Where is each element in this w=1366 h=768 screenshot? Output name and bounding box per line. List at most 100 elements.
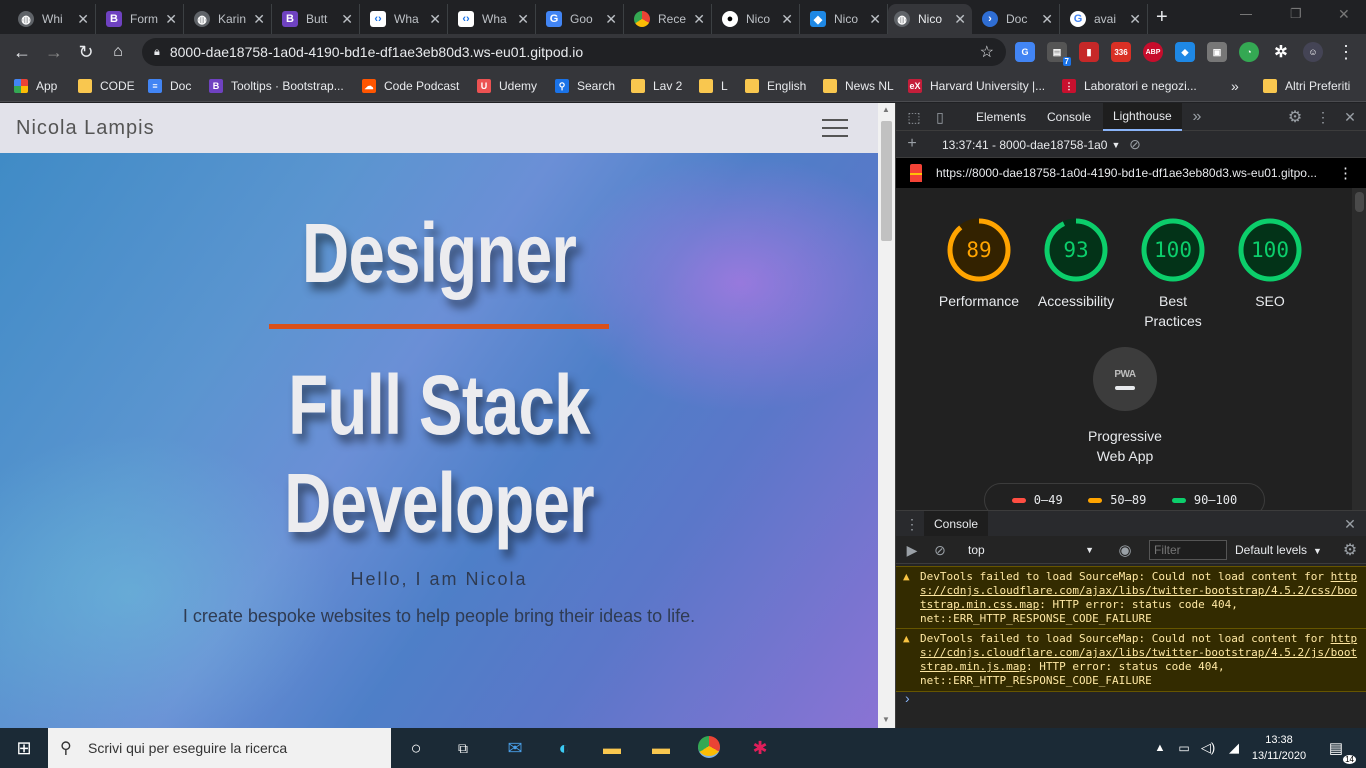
close-tab-icon[interactable]: ✕ — [77, 11, 89, 28]
console-settings-icon[interactable]: ⚙ — [1340, 540, 1360, 560]
bookmark-other-favorites[interactable]: Altri Preferiti — [1263, 77, 1350, 95]
volume-icon[interactable]: ◁) — [1196, 736, 1220, 760]
bookmark-app[interactable]: App — [14, 77, 57, 95]
report-menu-icon[interactable]: ⋮ — [1338, 164, 1353, 182]
cortana-icon[interactable]: ○ — [404, 736, 428, 760]
scrollbar-thumb[interactable] — [881, 121, 892, 241]
devtools-menu-icon[interactable]: ⋮ — [1313, 107, 1333, 127]
lighthouse-scrollbar[interactable] — [1352, 188, 1366, 510]
close-tab-icon[interactable]: ✕ — [429, 11, 441, 28]
profile-avatar[interactable]: ☺ — [1303, 42, 1323, 62]
context-selector[interactable]: top ▼ — [962, 540, 1098, 560]
screenshot-extension-icon[interactable]: ▣ — [1207, 42, 1227, 62]
gauge-label-performance[interactable]: Performance — [929, 291, 1029, 311]
close-tab-icon[interactable]: ✕ — [1041, 11, 1053, 28]
chrome-menu-icon[interactable]: ⋮ — [1334, 40, 1358, 64]
gauge-label-accessibility[interactable]: Accessibility — [1026, 291, 1126, 311]
close-tab-icon[interactable]: ✕ — [165, 11, 177, 28]
close-tab-icon[interactable]: ✕ — [781, 11, 793, 28]
gauge-best-practices[interactable]: 100 — [1140, 217, 1206, 283]
bookmark-folder-l[interactable]: L — [699, 77, 728, 95]
browser-tab[interactable]: › Doc ✕ — [976, 4, 1060, 34]
clear-console-icon[interactable]: ⊘ — [930, 540, 950, 560]
close-tab-icon[interactable]: ✕ — [693, 11, 705, 28]
close-tab-icon[interactable]: ✕ — [253, 11, 265, 28]
settings-gear-icon[interactable]: ⚙ — [1285, 107, 1305, 127]
devtools-tab-console[interactable]: Console — [1037, 103, 1101, 131]
extensions-puzzle-icon[interactable]: ✲ — [1271, 42, 1291, 62]
back-button[interactable]: ← — [10, 40, 34, 64]
pwa-label[interactable]: Progressive Web App — [1075, 426, 1175, 466]
browser-tab-active[interactable]: ◍ Nico ✕ — [888, 4, 972, 34]
inspect-element-icon[interactable]: ⬚ — [904, 107, 924, 127]
system-clock[interactable]: 13:38 13/11/2020 — [1248, 732, 1310, 764]
browser-tab[interactable]: ‹› Wha ✕ — [364, 4, 448, 34]
scroll-down-arrow-icon[interactable]: ▼ — [882, 715, 890, 724]
mail-extension-icon[interactable]: 336 — [1111, 42, 1131, 62]
browser-tab[interactable]: ‹› Wha ✕ — [452, 4, 536, 34]
close-tab-icon[interactable]: ✕ — [954, 11, 966, 28]
site-brand[interactable]: Nicola Lampis — [16, 117, 155, 140]
bookmark-folder-code[interactable]: CODE — [78, 77, 135, 95]
reload-button[interactable]: ↻ — [74, 40, 98, 64]
gauge-label-best-practices[interactable]: Best Practices — [1143, 291, 1203, 331]
devtools-more-tabs-icon[interactable]: » — [1187, 107, 1207, 127]
browser-tab[interactable]: B Butt ✕ — [276, 4, 360, 34]
live-expression-eye-icon[interactable]: ◉ — [1115, 540, 1135, 560]
forward-button[interactable]: → — [42, 40, 66, 64]
notifications-icon[interactable]: ▤ 14 — [1324, 736, 1356, 764]
page-scrollbar[interactable]: ▲ ▼ — [878, 103, 895, 728]
browser-tab[interactable]: ◍ Karin ✕ — [188, 4, 272, 34]
close-drawer-icon[interactable]: ✕ — [1340, 514, 1360, 534]
console-drawer-tab[interactable]: Console — [924, 511, 989, 537]
report-selector[interactable]: 13:37:41 - 8000-dae18758-1a0 ▼ — [942, 138, 1120, 152]
close-tab-icon[interactable]: ✕ — [517, 11, 529, 28]
cube-extension-icon[interactable]: ◆ — [1175, 42, 1195, 62]
hamburger-menu-icon[interactable] — [822, 119, 848, 139]
pwa-badge[interactable]: PWA — [1093, 347, 1157, 411]
show-hidden-icons-chevron[interactable]: ▲ — [1148, 736, 1172, 760]
task-view-icon[interactable]: ⧉ — [451, 736, 475, 760]
clear-reports-icon[interactable]: ⊘ — [1125, 134, 1145, 154]
console-filter-input[interactable] — [1149, 540, 1227, 560]
console-sidebar-icon[interactable]: ▶ — [902, 540, 922, 560]
bookmark-folder-news-nl[interactable]: News NL — [823, 77, 894, 95]
browser-tab[interactable]: G Goo ✕ — [540, 4, 624, 34]
adblock-plus-icon[interactable]: ABP — [1143, 42, 1163, 62]
devtools-tab-elements[interactable]: Elements — [966, 103, 1036, 131]
device-toolbar-icon[interactable]: ▯ — [930, 107, 950, 127]
network-icon[interactable]: ◢ — [1222, 736, 1246, 760]
browser-tab[interactable]: B Form ✕ — [100, 4, 184, 34]
scroll-up-arrow-icon[interactable]: ▲ — [882, 105, 890, 114]
gauge-label-seo[interactable]: SEO — [1220, 291, 1320, 311]
new-report-icon[interactable]: + — [902, 134, 922, 154]
bookmark-star-icon[interactable]: ☆ — [980, 42, 994, 62]
bookmark-doc[interactable]: ≡ Doc — [148, 77, 191, 95]
browser-tab[interactable]: ◍ Whi ✕ — [12, 4, 96, 34]
bookmark-harvard[interactable]: eX Harvard University |... — [908, 77, 1045, 95]
bookmark-folder-english[interactable]: English — [745, 77, 806, 95]
browser-tab[interactable]: Gavai ✕ — [1064, 4, 1148, 34]
log-levels-dropdown[interactable]: Default levels ▼ — [1235, 540, 1322, 561]
new-tab-button[interactable]: + — [1156, 6, 1168, 29]
bookmark-tooltips-bootstrap[interactable]: B Tooltips · Bootstrap... — [209, 77, 344, 95]
edge-browser-icon[interactable]: ◐ — [552, 736, 576, 760]
minimize-button[interactable] — [1240, 14, 1252, 15]
devtools-tab-lighthouse[interactable]: Lighthouse — [1103, 103, 1182, 131]
windows-start-icon[interactable]: ⊞ — [12, 736, 36, 760]
taskbar-search-input[interactable]: ⚲ Scrivi qui per eseguire la ricerca — [48, 728, 391, 768]
close-window-button[interactable]: ✕ — [1338, 6, 1350, 23]
bookmark-folder-lav2[interactable]: Lav 2 — [631, 77, 682, 95]
lighthouse-scroll-thumb[interactable] — [1355, 192, 1364, 212]
browser-tab[interactable]: Rece ✕ — [628, 4, 712, 34]
gauge-accessibility[interactable]: 93 — [1043, 217, 1109, 283]
close-tab-icon[interactable]: ✕ — [605, 11, 617, 28]
report-url[interactable]: https://8000-dae18758-1a0d-4190-bd1e-df1… — [936, 166, 1317, 180]
bookmarks-overflow-button[interactable]: » — [1231, 77, 1239, 95]
close-tab-icon[interactable]: ✕ — [869, 11, 881, 28]
home-button[interactable]: ⌂ — [106, 40, 130, 64]
bookmark-extension-icon[interactable]: ▮ — [1079, 42, 1099, 62]
chrome-taskbar-icon[interactable] — [698, 736, 720, 758]
slack-icon[interactable]: ✱ — [748, 736, 772, 760]
file-explorer-beta-icon[interactable]: ▬ — [649, 736, 673, 760]
